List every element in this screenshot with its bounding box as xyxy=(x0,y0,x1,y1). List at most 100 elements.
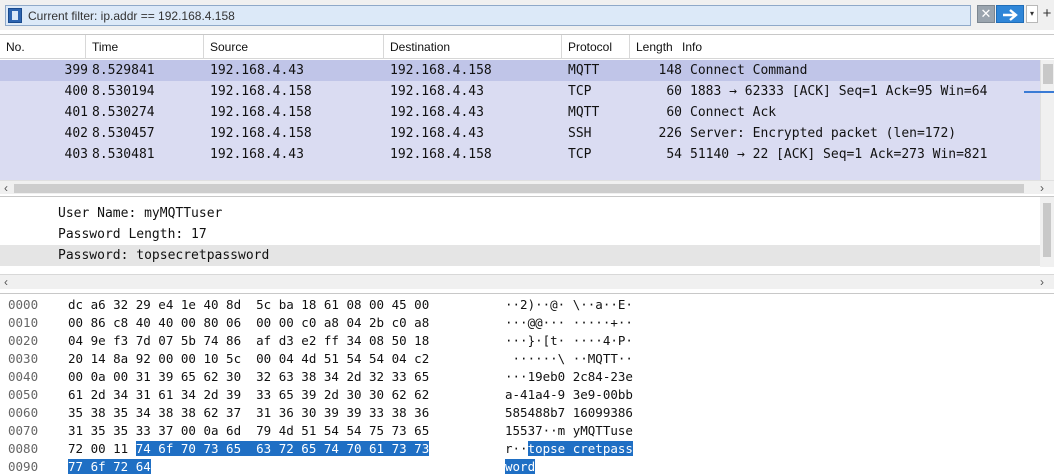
bytes-row[interactable]: 0080 72 00 11 74 6f 70 73 65 63 72 65 74… xyxy=(0,440,1054,458)
byte-ascii: a-41a4-9 3e9-00bb xyxy=(505,387,633,402)
add-filter-button[interactable]: + xyxy=(1041,4,1053,24)
packet-row[interactable]: 401 8.530274 192.168.4.158 192.168.4.43 … xyxy=(0,102,1040,123)
packet-info: Server: Encrypted packet (len=172) xyxy=(690,126,957,141)
packet-row[interactable]: 400 8.530194 192.168.4.158 192.168.4.43 … xyxy=(0,81,1040,102)
scrollbar-thumb[interactable] xyxy=(14,184,1024,193)
byte-offset: 0080 xyxy=(8,441,39,456)
packet-protocol: MQTT xyxy=(568,105,600,120)
byte-hex-highlighted[interactable]: 77 6f 72 64 xyxy=(68,459,151,474)
packet-rows: 399 8.529841 192.168.4.43 192.168.4.158 … xyxy=(0,60,1040,180)
column-header-length[interactable]: Length xyxy=(630,35,680,59)
packet-bytes-pane: 0000 dc a6 32 29 e4 1e 40 8d 5c ba 18 61… xyxy=(0,293,1054,475)
byte-ascii: ······\ ··MQTT·· xyxy=(505,351,633,366)
apply-filter-button[interactable] xyxy=(996,5,1024,23)
bytes-row[interactable]: 0020 04 9e f3 7d 07 5b 74 86 af d3 e2 ff… xyxy=(0,332,1054,350)
clear-filter-button[interactable]: ✕ xyxy=(977,5,995,23)
packet-row[interactable]: 402 8.530457 192.168.4.158 192.168.4.43 … xyxy=(0,123,1040,144)
scrollbar-thumb[interactable] xyxy=(1043,203,1051,257)
packet-source: 192.168.4.158 xyxy=(210,84,312,99)
packet-length: 60 xyxy=(666,84,682,99)
packet-length: 60 xyxy=(666,105,682,120)
display-filter-toolbar: Current filter: ip.addr == 192.168.4.158… xyxy=(0,0,1054,30)
column-header-destination[interactable]: Destination xyxy=(384,35,562,59)
scrollbar-thumb[interactable] xyxy=(1043,64,1053,84)
byte-hex: 00 0a 00 31 39 65 62 30 32 63 38 34 2d 3… xyxy=(68,369,430,384)
packet-no: 399 xyxy=(64,63,88,78)
detail-line-username[interactable]: User Name: myMQTTuser xyxy=(0,203,1040,224)
packet-info: Connect Ack xyxy=(690,105,777,120)
byte-ascii: word xyxy=(505,458,536,475)
bytes-row[interactable]: 0060 35 38 35 34 38 38 62 37 31 36 30 39… xyxy=(0,404,1054,422)
packet-destination: 192.168.4.43 xyxy=(390,105,484,120)
column-header-source[interactable]: Source xyxy=(204,35,384,59)
packet-details-pane: User Name: myMQTTuser Password Length: 1… xyxy=(0,196,1054,271)
byte-ascii: ··2)··@· \··a··E· xyxy=(505,297,633,312)
packet-protocol: MQTT xyxy=(568,63,600,78)
byte-ascii: 585488b7 16099386 xyxy=(505,405,633,420)
byte-hex-highlighted[interactable]: 74 6f 70 73 65 63 72 65 74 70 61 73 73 xyxy=(135,441,430,456)
packet-destination: 192.168.4.43 xyxy=(390,84,484,99)
bytes-row[interactable]: 0010 00 86 c8 40 40 00 80 06 00 00 c0 a8… xyxy=(0,314,1054,332)
packet-list-vertical-scrollbar[interactable] xyxy=(1040,60,1054,180)
packet-row-partial[interactable] xyxy=(0,165,1040,180)
packet-row[interactable]: 399 8.529841 192.168.4.43 192.168.4.158 … xyxy=(0,60,1040,81)
packet-no: 400 xyxy=(64,84,88,99)
column-header-protocol[interactable]: Protocol xyxy=(562,35,630,59)
bookmark-icon[interactable] xyxy=(8,8,22,23)
packet-time: 8.530457 xyxy=(92,126,155,141)
scroll-right-icon[interactable]: › xyxy=(1040,181,1044,194)
column-header-info[interactable]: Info xyxy=(678,35,1024,59)
byte-hex: 35 38 35 34 38 38 62 37 31 36 30 39 39 3… xyxy=(68,405,430,420)
packet-time: 8.530274 xyxy=(92,105,155,120)
column-header-no[interactable]: No. xyxy=(0,35,86,59)
bytes-row[interactable]: 0000 dc a6 32 29 e4 1e 40 8d 5c ba 18 61… xyxy=(0,296,1054,314)
packet-source: 192.168.4.43 xyxy=(210,63,304,78)
packet-row[interactable]: 403 8.530481 192.168.4.43 192.168.4.158 … xyxy=(0,144,1040,165)
column-header-time[interactable]: Time xyxy=(86,35,204,59)
byte-hex: 04 9e f3 7d 07 5b 74 86 af d3 e2 ff 34 0… xyxy=(68,333,430,348)
byte-offset: 0020 xyxy=(8,333,39,348)
scroll-right-icon[interactable]: › xyxy=(1040,275,1044,289)
byte-offset: 0090 xyxy=(8,459,39,474)
bytes-row[interactable]: 0070 31 35 35 33 37 00 0a 6d 79 4d 51 54… xyxy=(0,422,1054,440)
details-vertical-scrollbar[interactable] xyxy=(1040,197,1054,267)
byte-ascii-plain: r·· xyxy=(505,441,528,456)
packet-info: 51140 → 22 [ACK] Seq=1 Ack=273 Win=821 xyxy=(690,147,988,162)
bytes-row[interactable]: 0030 20 14 8a 92 00 00 10 5c 00 04 4d 51… xyxy=(0,350,1054,368)
detail-line-password-length[interactable]: Password Length: 17 xyxy=(0,224,1040,245)
bytes-row[interactable]: 0040 00 0a 00 31 39 65 62 30 32 63 38 34… xyxy=(0,368,1054,386)
packet-source: 192.168.4.43 xyxy=(210,147,304,162)
packet-list-horizontal-scrollbar[interactable]: ‹ › xyxy=(0,180,1054,194)
byte-offset: 0060 xyxy=(8,405,39,420)
details-horizontal-scrollbar[interactable]: ‹ › xyxy=(0,274,1054,289)
byte-hex: 61 2d 34 31 61 34 2d 39 33 65 39 2d 30 3… xyxy=(68,387,430,402)
byte-ascii-highlighted[interactable]: topse cretpass xyxy=(527,441,633,456)
byte-ascii: ···@@··· ·····+·· xyxy=(505,315,633,330)
packet-list-pane: No. Time Source Destination Protocol Len… xyxy=(0,34,1054,194)
packet-time: 8.530194 xyxy=(92,84,155,99)
packet-length: 226 xyxy=(658,126,682,141)
filter-history-dropdown[interactable]: ▾ xyxy=(1026,5,1038,23)
packet-time: 8.529841 xyxy=(92,63,155,78)
byte-hex: 77 6f 72 64 xyxy=(68,458,151,475)
scroll-left-icon[interactable]: ‹ xyxy=(4,275,8,289)
packet-no: 403 xyxy=(64,147,88,162)
packet-info: 1883 → 62333 [ACK] Seq=1 Ack=95 Win=64 xyxy=(690,84,988,99)
byte-ascii: ···}·[t· ····4·P· xyxy=(505,333,633,348)
packet-protocol: TCP xyxy=(568,84,592,99)
packet-length: 54 xyxy=(666,147,682,162)
packet-destination: 192.168.4.158 xyxy=(390,147,492,162)
byte-offset: 0040 xyxy=(8,369,39,384)
display-filter-input[interactable]: Current filter: ip.addr == 192.168.4.158 xyxy=(5,5,971,26)
bytes-row[interactable]: 0050 61 2d 34 31 61 34 2d 39 33 65 39 2d… xyxy=(0,386,1054,404)
byte-ascii-highlighted[interactable]: word xyxy=(505,459,536,474)
bytes-row[interactable]: 0090 77 6f 72 64 word xyxy=(0,458,1054,475)
byte-ascii: 15537··m yMQTTuse xyxy=(505,423,633,438)
packet-list-header: No. Time Source Destination Protocol Len… xyxy=(0,35,1054,59)
packet-time: 8.530481 xyxy=(92,147,155,162)
detail-line-password[interactable]: Password: topsecretpassword xyxy=(0,245,1040,266)
byte-ascii: r··topse cretpass xyxy=(505,440,633,458)
packet-info: Connect Command xyxy=(690,63,808,78)
scroll-left-icon[interactable]: ‹ xyxy=(4,181,8,194)
byte-hex-plain: 72 00 11 xyxy=(68,441,136,456)
